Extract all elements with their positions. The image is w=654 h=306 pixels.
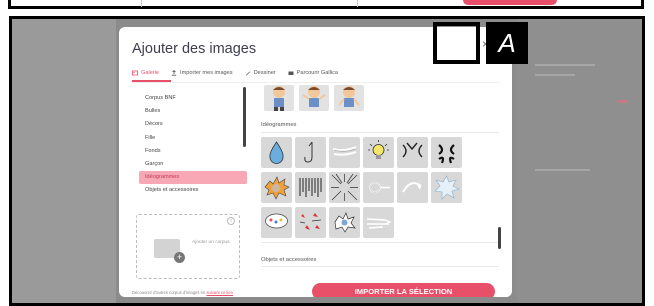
lightbulb-icon xyxy=(368,140,389,159)
anger-symbol-icon xyxy=(438,144,455,164)
image-thumbnail[interactable] xyxy=(329,207,360,238)
image-thumbnail[interactable] xyxy=(295,137,326,168)
image-grid: Idéogrammes Objets et accessoires xyxy=(259,85,499,280)
sidebar-item-ideogrammes[interactable]: Idéogrammes xyxy=(139,171,247,185)
section-divider xyxy=(261,242,499,243)
water-drop-icon xyxy=(269,141,284,164)
background-line xyxy=(535,169,590,171)
image-thumbnail[interactable] xyxy=(363,172,394,203)
tab-label: Parcourir Gallica xyxy=(296,70,339,76)
section-heading: Idéogrammes xyxy=(261,122,297,128)
image-thumbnail[interactable] xyxy=(299,85,329,111)
background-right xyxy=(517,19,642,303)
corpus-link[interactable]: suivant ce lien xyxy=(206,290,233,295)
background-line xyxy=(535,74,575,76)
image-thumbnail[interactable] xyxy=(431,137,462,168)
tab-importer[interactable]: Importer mes images xyxy=(171,67,233,79)
plus-icon: + xyxy=(174,252,185,263)
gallery-icon xyxy=(132,70,138,76)
speech-bubble-icon xyxy=(265,213,288,229)
annotation-box xyxy=(433,22,480,64)
modal-tabs: Galerie Importer mes images Dessiner Par… xyxy=(132,67,338,79)
image-thumbnail[interactable] xyxy=(264,85,294,111)
tab-separator xyxy=(132,82,500,83)
pencil-icon xyxy=(245,71,250,76)
image-thumbnail[interactable] xyxy=(397,172,428,203)
tab-label: Dessiner xyxy=(253,70,276,76)
sidebar-item-fonds[interactable]: Fonds xyxy=(139,145,247,158)
content-scrollbar[interactable] xyxy=(498,227,501,249)
image-thumbnail[interactable] xyxy=(363,137,394,168)
top-pink-button[interactable] xyxy=(463,0,557,5)
sidebar-item-decors[interactable]: Décors xyxy=(139,118,247,131)
background-left xyxy=(12,19,116,303)
image-thumbnail[interactable] xyxy=(397,137,428,168)
boy-character-icon xyxy=(273,86,285,111)
sidebar-scrollbar[interactable] xyxy=(243,87,246,147)
annotation-badge: A xyxy=(486,22,528,64)
tab-label: Galerie xyxy=(141,70,160,76)
background-accent xyxy=(618,100,628,103)
image-thumbnail[interactable] xyxy=(334,85,364,111)
arrow-curve-icon xyxy=(402,182,422,193)
folder-add-icon: + xyxy=(154,239,185,263)
divider xyxy=(141,0,142,7)
wind-lines-icon xyxy=(366,218,392,229)
image-thumbnail[interactable] xyxy=(261,207,292,238)
radial-lines-icon xyxy=(331,173,358,201)
motion-line-icon xyxy=(332,146,357,156)
category-sidebar: Corpus BNF Bulles Décors Fille Fonds Gar… xyxy=(139,92,247,198)
sidebar-item-objets[interactable]: Objets et accessoires xyxy=(139,184,247,197)
image-thumbnail[interactable] xyxy=(261,137,292,168)
image-thumbnail[interactable] xyxy=(329,172,360,203)
sidebar-item-corpus-bnf[interactable]: Corpus BNF xyxy=(139,92,247,105)
image-thumbnail[interactable] xyxy=(329,137,360,168)
anger-lines-icon xyxy=(402,142,423,158)
info-icon[interactable]: i xyxy=(227,217,235,225)
import-selection-button[interactable]: IMPORTER LA SÉLECTION xyxy=(312,283,495,297)
swirl-icon xyxy=(369,181,390,194)
impact-icon xyxy=(334,212,356,233)
image-thumbnail[interactable] xyxy=(295,207,326,238)
top-frame xyxy=(8,0,644,9)
hook-icon xyxy=(304,141,313,163)
tab-gallica[interactable]: Parcourir Gallica xyxy=(288,67,338,79)
boy-character-icon xyxy=(338,86,360,107)
sidebar-item-fille[interactable]: Fille xyxy=(139,132,247,145)
speed-lines-icon xyxy=(299,178,322,197)
upload-icon xyxy=(171,70,177,76)
image-thumbnail[interactable] xyxy=(295,172,326,203)
explosion-icon xyxy=(264,176,290,200)
image-thumbnail[interactable] xyxy=(261,172,292,203)
footer-text: Découvrez d'autres corpus d'images en su… xyxy=(132,290,233,295)
image-thumbnail[interactable] xyxy=(431,172,462,203)
background-line xyxy=(535,64,595,66)
image-thumbnail[interactable] xyxy=(363,207,394,238)
section-heading: Objets et accessoires xyxy=(261,257,317,263)
screenshot-frame: Ajouter des images × Galerie Importer me… xyxy=(9,16,645,306)
burst-icon xyxy=(434,175,461,200)
sidebar-item-garcon[interactable]: Garçon xyxy=(139,158,247,171)
sparkles-icon xyxy=(299,213,322,230)
boy-character-icon xyxy=(302,86,326,107)
sidebar-item-bulles[interactable]: Bulles xyxy=(139,105,247,118)
add-corpus-dropzone[interactable]: i + Ajouter un corpus xyxy=(136,214,240,279)
folder-icon xyxy=(288,71,294,75)
section-divider xyxy=(261,132,499,133)
divider xyxy=(357,0,358,7)
tab-dessiner[interactable]: Dessiner xyxy=(245,67,276,79)
tab-label: Importer mes images xyxy=(180,70,233,76)
section-divider xyxy=(261,266,499,267)
modal-title: Ajouter des images xyxy=(132,41,257,57)
add-images-modal: Ajouter des images × Galerie Importer me… xyxy=(119,27,512,297)
tab-galerie[interactable]: Galerie xyxy=(132,67,159,79)
add-corpus-label: Ajouter un corpus xyxy=(192,240,230,245)
modal-footer: Découvrez d'autres corpus d'images en su… xyxy=(119,283,512,297)
